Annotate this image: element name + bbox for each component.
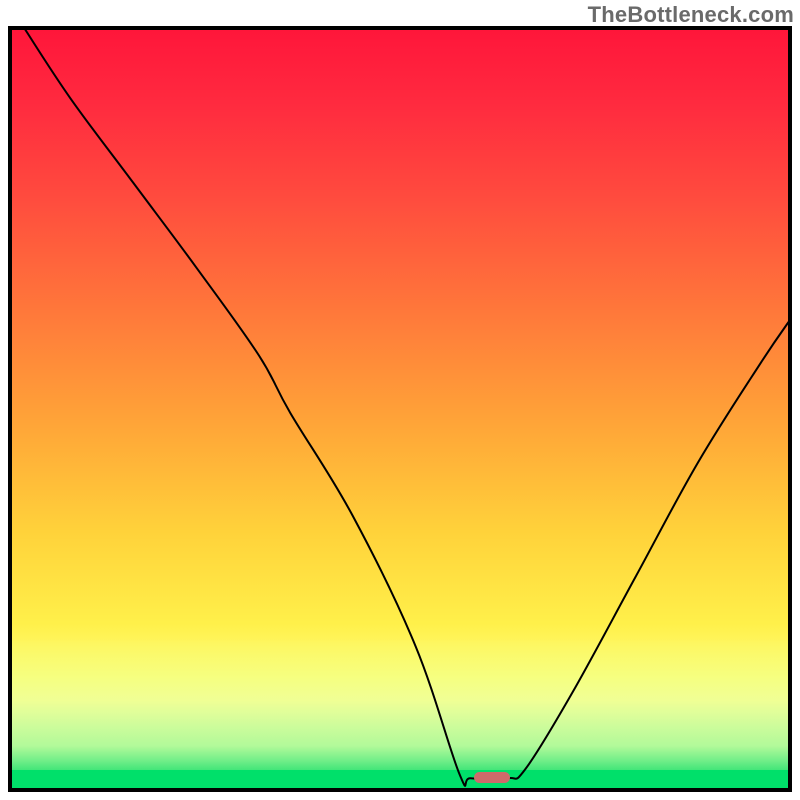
watermark-text: TheBottleneck.com xyxy=(588,2,794,28)
chart-plot xyxy=(8,26,792,792)
curve-path xyxy=(23,26,792,786)
chart-frame xyxy=(8,26,792,792)
optimal-marker xyxy=(474,772,510,783)
